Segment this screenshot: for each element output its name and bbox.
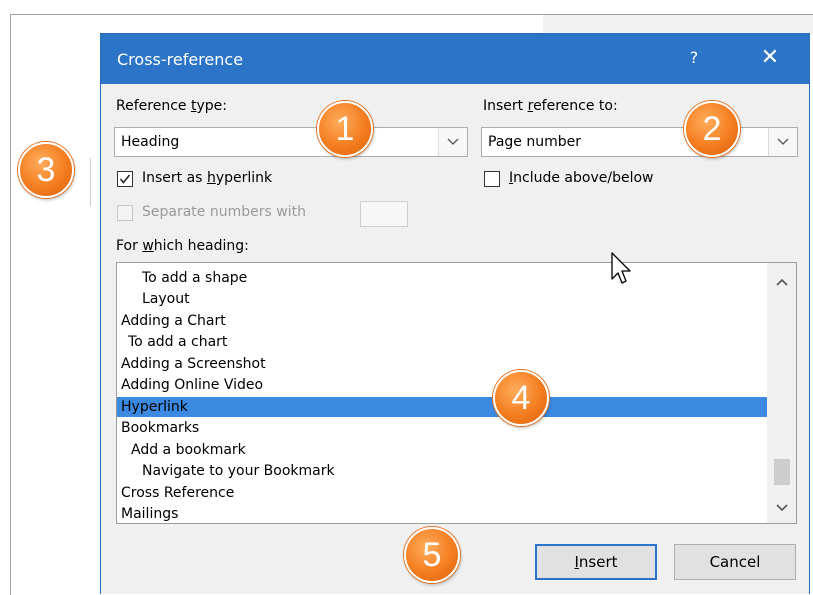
list-item[interactable]: To add a chart xyxy=(117,332,767,352)
title-bar: Cross-reference ? ✕ xyxy=(101,34,809,84)
callout-badge-3: 3 xyxy=(18,142,74,198)
separate-numbers-label: Separate numbers with xyxy=(142,204,306,220)
callout-badge-5: 5 xyxy=(404,527,460,583)
list-item-text: Navigate to your Bookmark xyxy=(142,463,335,479)
insert-as-hyperlink-checkbox[interactable] xyxy=(117,171,133,187)
hyperlink-label-part: Insert as xyxy=(142,170,207,186)
chevron-down-icon xyxy=(447,138,459,145)
reference-type-label-part: Reference xyxy=(116,98,191,114)
list-item[interactable]: Adding a Chart xyxy=(117,311,767,331)
callout-badge-2: 2 xyxy=(684,101,740,157)
list-item-text: To add a chart xyxy=(128,334,228,350)
list-item[interactable]: Bookmarks xyxy=(117,418,767,438)
insert-button-label: nsert xyxy=(578,553,618,571)
list-item-text: Cross Reference xyxy=(121,485,235,501)
heading-label-part: hich heading: xyxy=(153,238,249,254)
chevron-down-icon[interactable] xyxy=(775,503,789,513)
include-above-below-label[interactable]: Include above/below xyxy=(509,170,653,186)
hyperlink-label-part: yperlink xyxy=(215,170,273,186)
heading-listbox[interactable]: To add a shape Layout Adding a Chart To … xyxy=(116,262,797,524)
list-item-text: Adding a Screenshot xyxy=(121,356,266,372)
document-background-strip xyxy=(543,15,813,35)
insert-reference-to-label: Insert reference to: xyxy=(483,98,618,114)
close-button[interactable]: ✕ xyxy=(759,43,781,73)
list-item-selected[interactable]: Hyperlink xyxy=(117,397,767,417)
list-scrollbar[interactable] xyxy=(767,263,796,523)
list-item[interactable]: To add a shape xyxy=(117,268,767,288)
cancel-button[interactable]: Cancel xyxy=(674,544,796,580)
document-ruler-line xyxy=(90,158,91,206)
list-item-text: Adding a Chart xyxy=(121,313,226,329)
list-item-text: Add a bookmark xyxy=(131,442,246,458)
list-item[interactable]: Adding a Screenshot xyxy=(117,354,767,374)
separate-numbers-checkbox[interactable] xyxy=(117,205,133,221)
checkmark-icon xyxy=(119,174,131,184)
reference-type-label: Reference type: xyxy=(116,98,227,114)
insert-button[interactable]: Insert xyxy=(535,544,657,580)
include-label-part: nclude above/below xyxy=(513,170,654,186)
heading-label-part: For xyxy=(116,238,143,254)
chevron-up-icon[interactable] xyxy=(775,277,789,287)
mouse-pointer-icon xyxy=(611,252,631,284)
callout-badge-4: 4 xyxy=(493,370,549,426)
dialog-title: Cross-reference xyxy=(117,50,244,69)
help-button[interactable]: ? xyxy=(687,48,701,67)
separator-input[interactable] xyxy=(360,201,408,227)
heading-access-key: w xyxy=(142,238,154,254)
reference-type-dropdown[interactable]: Heading xyxy=(114,127,468,157)
list-item[interactable]: Mailings xyxy=(117,504,767,523)
reference-type-value: Heading xyxy=(121,134,180,150)
list-item-text: Adding Online Video xyxy=(121,377,264,393)
list-item[interactable]: Navigate to your Bookmark xyxy=(117,461,767,481)
scroll-thumb[interactable] xyxy=(774,459,790,485)
reference-type-dropdown-arrow[interactable] xyxy=(438,128,467,156)
list-item[interactable]: Cross Reference xyxy=(117,483,767,503)
insert-reference-to-dropdown[interactable]: Page number xyxy=(481,127,798,157)
list-item[interactable]: Add a bookmark xyxy=(117,440,767,460)
list-item[interactable]: Layout xyxy=(117,289,767,309)
list-item-text: Hyperlink xyxy=(121,399,188,415)
list-item[interactable]: Adding Online Video xyxy=(117,375,767,395)
list-item-text: Mailings xyxy=(121,506,179,522)
insert-reference-dropdown-arrow[interactable] xyxy=(768,128,797,156)
which-heading-label: For which heading: xyxy=(116,238,249,254)
list-item-text: To add a shape xyxy=(142,270,248,286)
callout-badge-1: 1 xyxy=(317,101,373,157)
insert-as-hyperlink-label[interactable]: Insert as hyperlink xyxy=(142,170,272,186)
list-item-text: Bookmarks xyxy=(121,420,200,436)
chevron-down-icon xyxy=(777,138,789,145)
hyperlink-access-key: h xyxy=(206,170,216,186)
insert-reference-label-part: Insert xyxy=(483,98,528,114)
insert-reference-label-part: eference to: xyxy=(533,98,618,114)
list-item-text: Layout xyxy=(142,291,190,307)
include-above-below-checkbox[interactable] xyxy=(484,171,500,187)
reference-type-label-part: ype: xyxy=(196,98,227,114)
insert-reference-to-value: Page number xyxy=(488,134,581,150)
